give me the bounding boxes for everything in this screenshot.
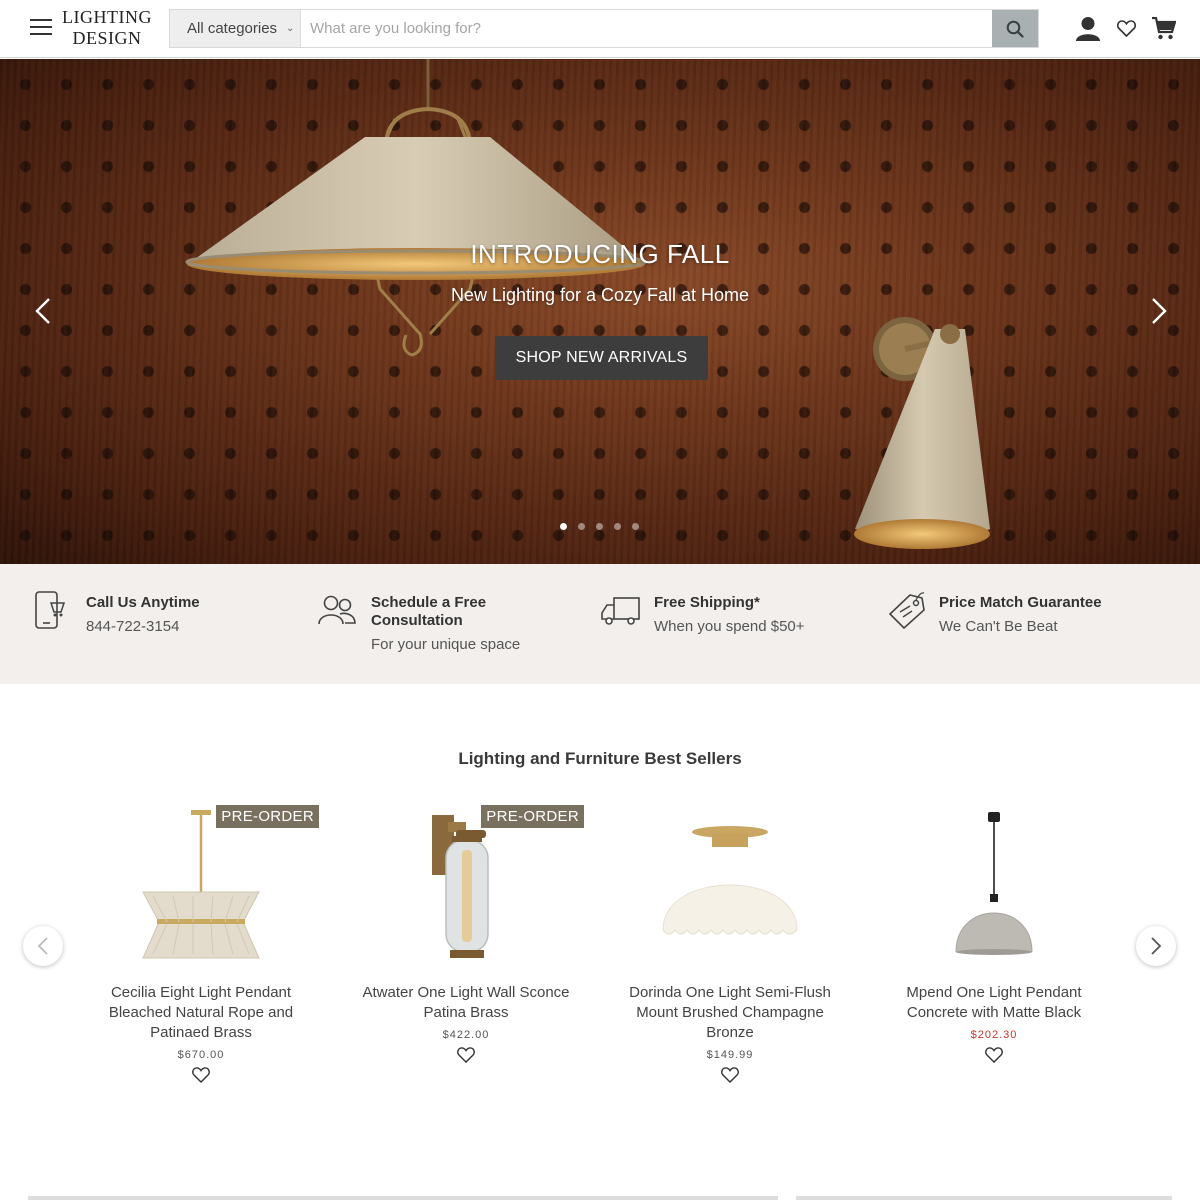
product-name-line-3: Patinaed Brass bbox=[150, 1024, 252, 1041]
wishlist-heart-icon[interactable] bbox=[985, 1047, 1003, 1063]
users-icon bbox=[318, 595, 356, 625]
product-price: $422.00 bbox=[442, 1029, 490, 1041]
product-image[interactable]: PRE-ORDER bbox=[83, 800, 319, 970]
hero-next-arrow[interactable] bbox=[1146, 296, 1170, 326]
hero-dot-2[interactable] bbox=[578, 523, 585, 530]
product-card[interactable]: PRE-ORDER Atwater One Light Wall Sconce … bbox=[348, 800, 584, 1068]
hero-lamps-illustration bbox=[185, 59, 990, 549]
product-name-line-1: Mpend One Light Pendant bbox=[906, 984, 1082, 1001]
best-sellers-title: Lighting and Furniture Best Sellers bbox=[458, 749, 742, 768]
search-input[interactable] bbox=[301, 10, 992, 47]
feature-title: Call Us Anytime bbox=[86, 594, 200, 611]
product-image-concrete-pendant bbox=[955, 812, 1033, 955]
feature-title: Price Match Guarantee bbox=[939, 594, 1102, 611]
product-price: $670.00 bbox=[177, 1049, 225, 1061]
hero-dot-5[interactable] bbox=[632, 523, 639, 530]
feature-title-line-1: Schedule a Free bbox=[371, 594, 487, 611]
product-name[interactable]: Atwater One Light Wall Sconce Patina Bra… bbox=[348, 983, 584, 1023]
pre-order-badge: PRE-ORDER bbox=[481, 805, 584, 828]
product-card[interactable]: Dorinda One Light Semi-Flush Mount Brush… bbox=[612, 800, 848, 1088]
product-price: $149.99 bbox=[706, 1049, 754, 1061]
pre-order-badge: PRE-ORDER bbox=[216, 805, 319, 828]
search-bar: All categories ⌄ bbox=[169, 9, 1039, 48]
tag-icon bbox=[888, 592, 925, 630]
search-button[interactable] bbox=[992, 10, 1038, 47]
product-name[interactable]: Dorinda One Light Semi-Flush Mount Brush… bbox=[612, 983, 848, 1043]
next-section-edge bbox=[28, 1196, 778, 1200]
heart-icon[interactable] bbox=[1117, 20, 1136, 37]
logo-line-2: DESIGN bbox=[72, 28, 142, 48]
product-card[interactable]: Mpend One Light Pendant Concrete with Ma… bbox=[876, 800, 1112, 1068]
product-name-line-2: Mount Brushed Champagne bbox=[636, 1004, 824, 1021]
hero-prev-arrow[interactable] bbox=[32, 296, 56, 326]
product-name[interactable]: Cecilia Eight Light Pendant Bleached Nat… bbox=[83, 983, 319, 1043]
wishlist-heart-icon[interactable] bbox=[457, 1047, 475, 1063]
truck-icon bbox=[601, 597, 640, 625]
wishlist-heart-icon[interactable] bbox=[721, 1067, 739, 1083]
product-name-line-1: Cecilia Eight Light Pendant bbox=[110, 984, 292, 1001]
chevron-down-icon: ⌄ bbox=[286, 23, 295, 34]
menu-icon[interactable] bbox=[30, 19, 52, 37]
feature-title: Free Shipping* bbox=[654, 594, 760, 611]
feature-bar: Call Us Anytime 844-722-3154 Schedule a … bbox=[0, 564, 1200, 684]
feature-subtitle: For your unique space bbox=[371, 636, 521, 653]
hero-title: INTRODUCING FALL bbox=[470, 239, 730, 269]
wishlist-heart-icon[interactable] bbox=[192, 1067, 210, 1083]
feature-subtitle: When you spend $50+ bbox=[654, 618, 805, 635]
product-image[interactable] bbox=[876, 800, 1112, 970]
site-header: LIGHTING DESIGN All categories ⌄ bbox=[0, 0, 1200, 58]
hero-subtitle: New Lighting for a Cozy Fall at Home bbox=[450, 285, 750, 305]
hero-dot-3[interactable] bbox=[596, 523, 603, 530]
product-name[interactable]: Mpend One Light Pendant Concrete with Ma… bbox=[876, 983, 1112, 1023]
product-card[interactable]: PRE-ORDER Cecilia Eight Light Pendant Bl… bbox=[83, 800, 319, 1088]
product-image-semi-flush bbox=[662, 826, 798, 935]
feature-subtitle: 844-722-3154 bbox=[86, 618, 180, 635]
hero-banner: INTRODUCING FALL New Lighting for a Cozy… bbox=[0, 59, 1200, 564]
product-name-line-2: Patina Brass bbox=[423, 1004, 509, 1021]
search-icon bbox=[1006, 20, 1024, 38]
feature-title-line-2: Consultation bbox=[371, 612, 463, 629]
next-section-edge bbox=[796, 1196, 1172, 1200]
phone-icon bbox=[35, 591, 66, 629]
product-name-line-2: Bleached Natural Rope and bbox=[108, 1004, 294, 1021]
product-image[interactable] bbox=[612, 800, 848, 970]
product-name-line-3: Bronze bbox=[706, 1024, 754, 1041]
hero-pagination bbox=[560, 523, 639, 530]
product-name-line-2: Concrete with Matte Black bbox=[906, 1004, 1082, 1021]
hero-dot-1[interactable] bbox=[560, 523, 567, 530]
product-image[interactable]: PRE-ORDER bbox=[348, 800, 584, 970]
carousel-prev-button[interactable] bbox=[23, 926, 63, 966]
product-sale-price: $202.30 bbox=[970, 1029, 1018, 1041]
cart-icon[interactable] bbox=[1152, 17, 1176, 40]
product-name-line-1: Dorinda One Light Semi-Flush bbox=[629, 984, 831, 1001]
logo-line-1: LIGHTING bbox=[62, 7, 152, 27]
chevron-right-icon bbox=[1151, 937, 1162, 955]
carousel-next-button[interactable] bbox=[1136, 926, 1176, 966]
feature-subtitle: We Can't Be Beat bbox=[939, 618, 1058, 635]
hero-dot-4[interactable] bbox=[614, 523, 621, 530]
shop-new-arrivals-button[interactable]: SHOP NEW ARRIVALS bbox=[495, 336, 708, 380]
product-name-line-1: Atwater One Light Wall Sconce bbox=[362, 984, 570, 1001]
account-icon[interactable] bbox=[1075, 16, 1101, 41]
category-select-label: All categories bbox=[187, 20, 278, 37]
chevron-left-icon bbox=[37, 937, 48, 955]
category-select[interactable]: All categories ⌄ bbox=[170, 10, 301, 47]
site-logo[interactable]: LIGHTING DESIGN bbox=[61, 7, 153, 49]
